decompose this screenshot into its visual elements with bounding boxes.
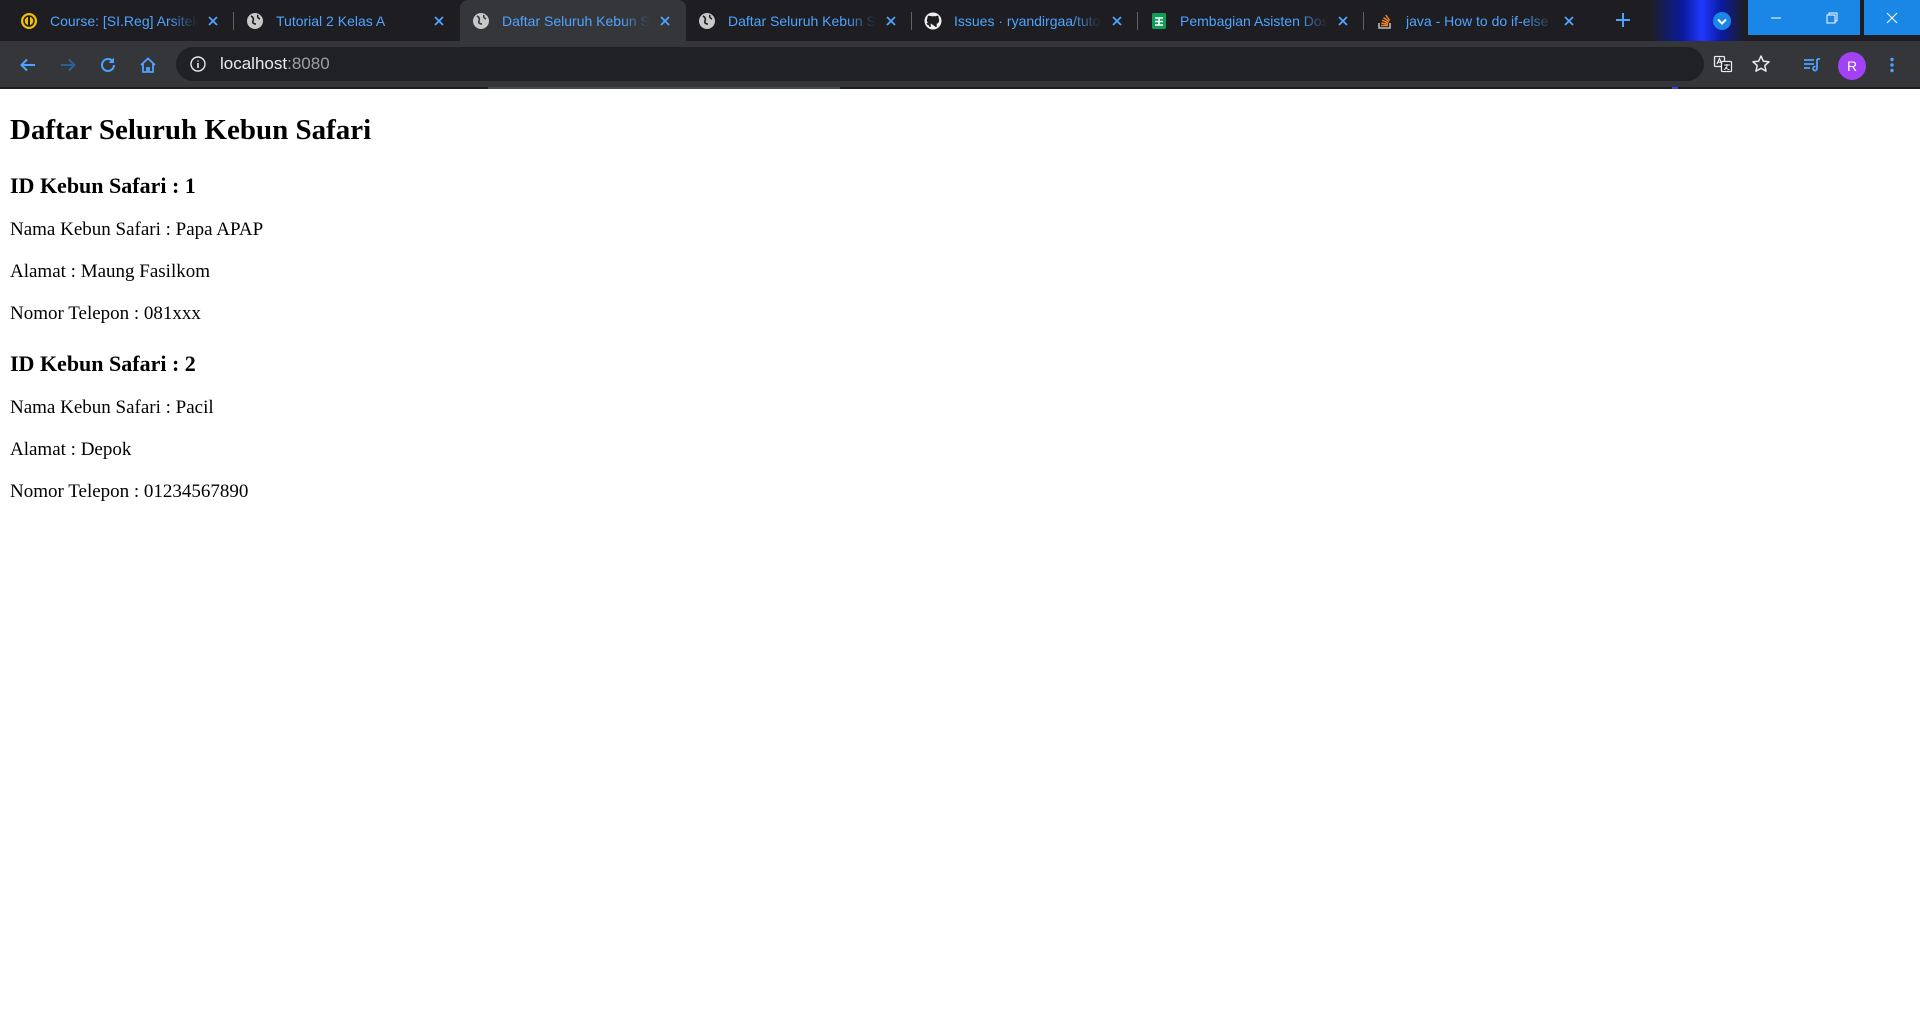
minimize-icon xyxy=(1771,17,1781,18)
close-tab-icon[interactable] xyxy=(656,12,674,30)
kebun-telepon: Nomor Telepon : 081xxx xyxy=(10,303,201,324)
tab-title: Course: [SI.Reg] Arsitektur xyxy=(50,12,198,29)
kebun-safari-entry: ID Kebun Safari : 2 Nama Kebun Safari : … xyxy=(10,351,1910,503)
translate-icon[interactable] xyxy=(1712,53,1734,75)
tab-title: Daftar Seluruh Kebun Safari xyxy=(728,12,876,29)
globe-icon xyxy=(246,12,264,30)
tab-daftar[interactable]: Daftar Seluruh Kebun Safari xyxy=(686,0,912,41)
tab-title: Tutorial 2 Kelas A xyxy=(276,12,386,29)
browser-toolbar: localhost:8080 R xyxy=(0,41,1920,89)
restore-button[interactable] xyxy=(1804,0,1860,35)
close-tab-icon[interactable] xyxy=(1108,12,1126,30)
page-title: Daftar Seluruh Kebun Safari xyxy=(10,114,372,146)
tab-strip: Course: [SI.Reg] Arsitektur Tutorial 2 K… xyxy=(0,0,1920,41)
close-icon xyxy=(1886,12,1898,23)
tab-list: Course: [SI.Reg] Arsitektur Tutorial 2 K… xyxy=(8,0,1590,41)
page-content: Daftar Seluruh Kebun Safari ID Kebun Saf… xyxy=(0,89,1920,1030)
tab-title: java - How to do if-else xyxy=(1406,12,1549,29)
tab-sheets[interactable]: Pembagian Asisten Dosen xyxy=(1138,0,1364,41)
url-port: :8080 xyxy=(287,54,330,73)
ui-logo-icon xyxy=(20,12,38,30)
arrow-right-icon xyxy=(61,58,76,72)
menu-button[interactable] xyxy=(1876,49,1908,81)
restore-icon xyxy=(1826,12,1838,23)
globe-icon xyxy=(698,12,716,30)
star-icon[interactable] xyxy=(1750,53,1772,75)
reload-button[interactable] xyxy=(92,49,124,81)
home-button[interactable] xyxy=(132,49,164,81)
forward-button[interactable] xyxy=(52,49,84,81)
minimize-button[interactable] xyxy=(1748,0,1804,35)
url-text[interactable]: localhost:8080 xyxy=(220,54,330,74)
kebun-telepon: Nomor Telepon : 01234567890 xyxy=(10,481,249,502)
kebun-safari-entry: ID Kebun Safari : 1 Nama Kebun Safari : … xyxy=(10,173,1910,325)
kebun-alamat: Alamat : Depok xyxy=(10,439,132,460)
more-vert-icon xyxy=(1890,57,1894,73)
kebun-alamat: Alamat : Maung Fasilkom xyxy=(10,261,211,282)
sheets-icon xyxy=(1150,12,1168,30)
github-icon xyxy=(924,12,942,30)
kebun-nama: Nama Kebun Safari : Papa APAP xyxy=(10,219,264,240)
new-tab-button[interactable] xyxy=(1609,6,1637,34)
avatar[interactable]: R xyxy=(1838,52,1866,80)
kebun-id: ID Kebun Safari : 2 xyxy=(10,351,196,376)
globe-icon xyxy=(472,12,490,30)
chevron-down-icon xyxy=(1713,12,1731,30)
tab-course[interactable]: Course: [SI.Reg] Arsitektur xyxy=(8,0,234,41)
tab-stackoverflow[interactable]: java - How to do if-else xyxy=(1364,0,1590,41)
info-icon[interactable] xyxy=(188,54,208,74)
back-button[interactable] xyxy=(12,49,44,81)
arrow-left-icon xyxy=(20,58,35,72)
tab-github-issues[interactable]: Issues · ryandirgaa/tutorial xyxy=(912,0,1138,41)
tab-tutorial[interactable]: Tutorial 2 Kelas A xyxy=(234,0,460,41)
close-tab-icon[interactable] xyxy=(204,12,222,30)
kebun-id: ID Kebun Safari : 1 xyxy=(10,173,196,198)
url-host: localhost xyxy=(220,54,288,73)
close-tab-icon[interactable] xyxy=(1560,12,1578,30)
address-bar[interactable]: localhost:8080 xyxy=(176,47,1770,81)
tab-title: Pembagian Asisten Dosen xyxy=(1180,12,1328,29)
playlist-icon xyxy=(1804,58,1820,72)
close-window-button[interactable] xyxy=(1864,0,1920,35)
home-icon xyxy=(140,57,156,73)
plus-icon xyxy=(1616,13,1630,27)
stackoverflow-icon xyxy=(1376,12,1394,30)
reading-list-button[interactable] xyxy=(1796,49,1828,81)
kebun-nama: Nama Kebun Safari : Pacil xyxy=(10,397,214,418)
tab-daftar-active[interactable]: Daftar Seluruh Kebun Safari xyxy=(460,0,686,41)
close-tab-icon[interactable] xyxy=(430,12,448,30)
tab-search-button[interactable] xyxy=(1709,8,1735,34)
close-tab-icon[interactable] xyxy=(882,12,900,30)
close-tab-icon[interactable] xyxy=(1334,12,1352,30)
reload-icon xyxy=(101,57,115,72)
tab-title: Issues · ryandirgaa/tutorial xyxy=(954,12,1102,29)
tab-title: Daftar Seluruh Kebun Safari xyxy=(502,12,650,29)
